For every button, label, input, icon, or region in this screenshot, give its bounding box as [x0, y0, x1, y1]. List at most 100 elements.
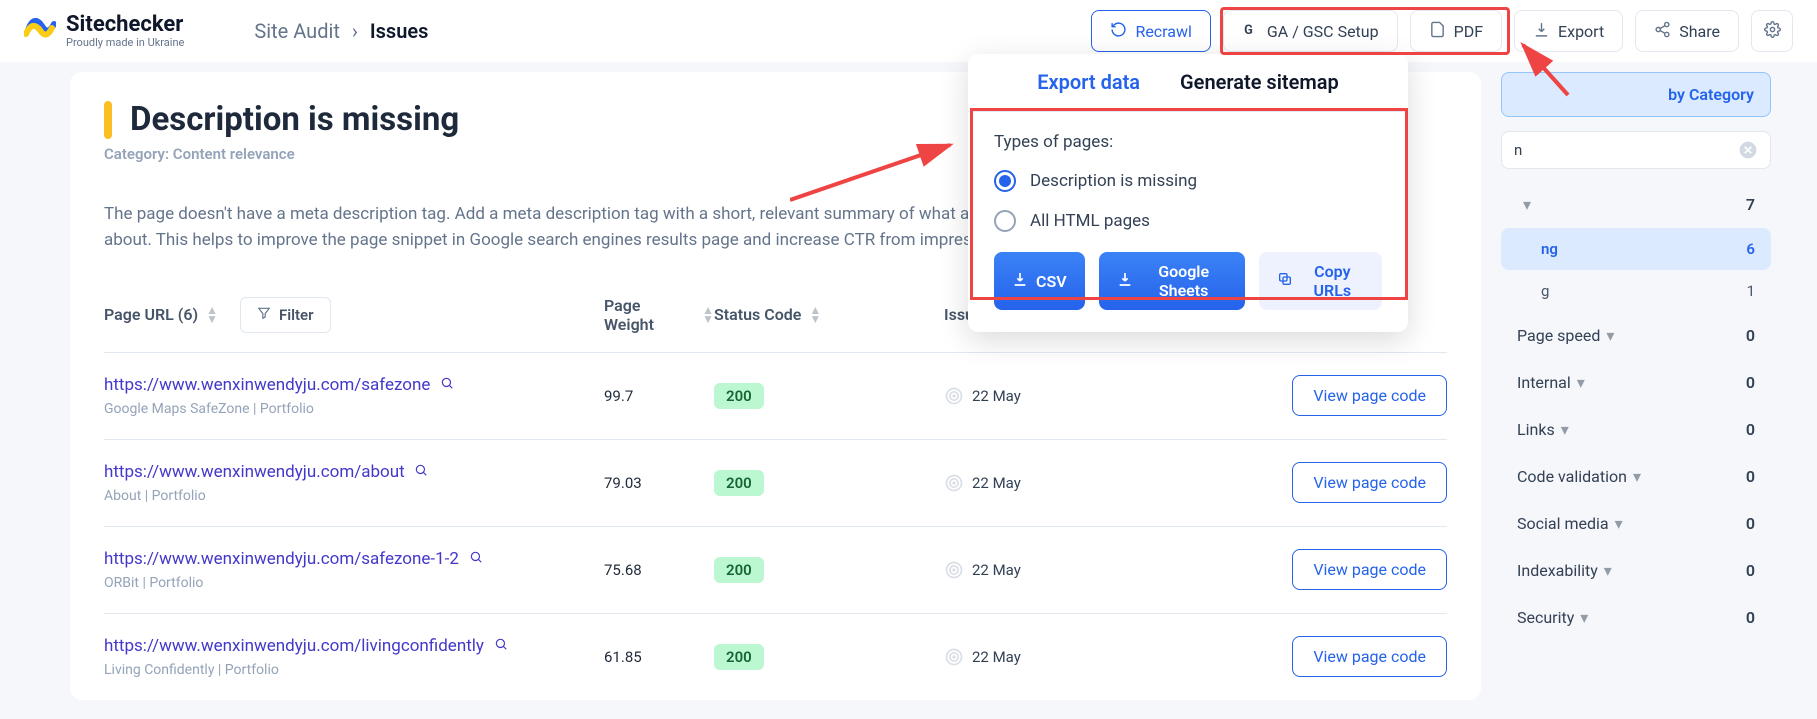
status-badge: 200	[714, 557, 764, 583]
breadcrumb-current: Issues	[370, 19, 429, 43]
cell-url: https://www.wenxinwendyju.com/livingconf…	[104, 636, 604, 678]
cell-issue-found: 22 May	[944, 473, 1129, 493]
tab-generate-sitemap[interactable]: Generate sitemap	[1180, 70, 1339, 111]
chevron-right-icon: ▾	[1604, 561, 1612, 580]
status-badge: 200	[714, 470, 764, 496]
ga-gsc-setup-button[interactable]: G GA / GSC Setup	[1223, 10, 1398, 52]
page-url-link[interactable]: https://www.wenxinwendyju.com/safezone-1…	[104, 549, 459, 569]
sidebar-subitem[interactable]: ng6	[1501, 228, 1771, 270]
cell-status: 200	[714, 644, 944, 670]
magnify-icon[interactable]	[414, 463, 428, 481]
chevron-right-icon: ▾	[1561, 420, 1569, 439]
table-row: https://www.wenxinwendyju.com/livingconf…	[104, 613, 1447, 700]
view-page-code-button[interactable]: View page code	[1292, 375, 1447, 416]
download-icon	[1012, 271, 1028, 291]
sidebar: by Category n ▾7ng6g1Page speed▾0Interna…	[1501, 72, 1771, 700]
brand-tagline: Proudly made in Ukraine	[66, 36, 184, 49]
page-url-link[interactable]: https://www.wenxinwendyju.com/about	[104, 462, 405, 482]
top-actions: Recrawl G GA / GSC Setup PDF Export Shar…	[1091, 10, 1793, 52]
target-icon	[944, 473, 964, 493]
status-badge: 200	[714, 644, 764, 670]
annotation-arrow-right	[1518, 40, 1578, 100]
page-url-link[interactable]: https://www.wenxinwendyju.com/livingconf…	[104, 636, 484, 656]
gear-icon	[1764, 21, 1781, 42]
clear-icon[interactable]	[1738, 140, 1758, 160]
download-icon	[1117, 271, 1133, 291]
view-page-code-button[interactable]: View page code	[1292, 549, 1447, 590]
copy-urls-button[interactable]: Copy URLs	[1259, 252, 1382, 310]
sort-icon: ▲▼	[809, 306, 821, 323]
cell-status: 200	[714, 383, 944, 409]
sidebar-item[interactable]: Links▾0	[1501, 406, 1771, 453]
radio-icon	[994, 170, 1016, 192]
page-url-link[interactable]: https://www.wenxinwendyju.com/safezone	[104, 375, 430, 395]
chevron-down-icon: ▾	[1523, 195, 1531, 214]
cell-url: https://www.wenxinwendyju.com/safezone G…	[104, 375, 604, 417]
radio-icon	[994, 210, 1016, 232]
target-icon	[944, 560, 964, 580]
annotation-arrow-left	[790, 140, 970, 210]
radio-all-html-pages[interactable]: All HTML pages	[994, 210, 1382, 232]
chevron-right-icon: ▾	[1577, 373, 1585, 392]
sidebar-item[interactable]: Code validation▾0	[1501, 453, 1771, 500]
search-text: n	[1514, 141, 1738, 159]
filter-button[interactable]: Filter	[240, 297, 331, 333]
svg-text:G: G	[1244, 22, 1253, 37]
sidebar-search[interactable]: n	[1501, 131, 1771, 169]
types-of-pages-label: Types of pages:	[994, 132, 1382, 152]
export-google-sheets-button[interactable]: Google Sheets	[1099, 252, 1245, 310]
google-icon: G	[1242, 21, 1259, 42]
cell-issue-found: 22 May	[944, 386, 1129, 406]
cell-weight: 75.68	[604, 561, 714, 579]
brand-name: Sitechecker	[66, 14, 184, 36]
cell-issue-found: 22 May	[944, 647, 1129, 667]
status-badge: 200	[714, 383, 764, 409]
sidebar-item[interactable]: Security▾0	[1501, 594, 1771, 641]
pages-table: Page URL (6) ▲▼ Filter Page Weight ▲▼ St…	[104, 296, 1447, 700]
cell-status: 200	[714, 557, 944, 583]
col-page-url[interactable]: Page URL (6) ▲▼ Filter	[104, 297, 604, 333]
sidebar-item[interactable]: Indexability▾0	[1501, 547, 1771, 594]
export-actions: CSV Google Sheets Copy URLs	[994, 252, 1382, 310]
magnify-icon[interactable]	[494, 637, 508, 655]
export-csv-button[interactable]: CSV	[994, 252, 1085, 310]
brand[interactable]: Sitechecker Proudly made in Ukraine	[24, 14, 184, 49]
col-status-code[interactable]: Status Code ▲▼	[714, 305, 944, 324]
view-page-code-button[interactable]: View page code	[1292, 636, 1447, 677]
sidebar-subitem[interactable]: g1	[1501, 270, 1771, 312]
magnify-icon[interactable]	[469, 550, 483, 568]
view-page-code-button[interactable]: View page code	[1292, 462, 1447, 503]
sort-icon: ▲▼	[206, 306, 218, 323]
cell-issue-found: 22 May	[944, 560, 1129, 580]
recrawl-button[interactable]: Recrawl	[1091, 10, 1210, 52]
page-url-subtitle: ORBit | Portfolio	[104, 575, 604, 591]
target-icon	[944, 647, 964, 667]
page-url-subtitle: Living Confidently | Portfolio	[104, 662, 604, 678]
pdf-button[interactable]: PDF	[1410, 10, 1502, 52]
cell-status: 200	[714, 470, 944, 496]
download-icon	[1533, 21, 1550, 42]
breadcrumb-root[interactable]: Site Audit	[254, 19, 340, 43]
target-icon	[944, 386, 964, 406]
cell-weight: 99.7	[604, 387, 714, 405]
settings-button[interactable]	[1751, 10, 1793, 52]
sidebar-item[interactable]: Social media▾0	[1501, 500, 1771, 547]
col-page-weight[interactable]: Page Weight ▲▼	[604, 296, 714, 334]
export-dropdown: Export data Generate sitemap Types of pa…	[968, 54, 1408, 332]
sidebar-item[interactable]: Internal▾0	[1501, 359, 1771, 406]
page-url-subtitle: Google Maps SafeZone | Portfolio	[104, 401, 604, 417]
share-button[interactable]: Share	[1635, 10, 1739, 52]
magnify-icon[interactable]	[440, 376, 454, 394]
chevron-right-icon: ▾	[1580, 608, 1588, 627]
sidebar-item[interactable]: Page speed▾0	[1501, 312, 1771, 359]
chevron-right-icon: ▾	[1615, 514, 1623, 533]
table-row: https://www.wenxinwendyju.com/about Abou…	[104, 439, 1447, 526]
radio-description-missing[interactable]: Description is missing	[994, 170, 1382, 192]
issue-severity-marker	[104, 101, 112, 139]
cell-url: https://www.wenxinwendyju.com/about Abou…	[104, 462, 604, 504]
share-icon	[1654, 21, 1671, 42]
tab-export-data[interactable]: Export data	[1037, 70, 1140, 111]
page-title: Description is missing	[130, 100, 459, 139]
sidebar-item[interactable]: ▾7	[1501, 181, 1771, 228]
cell-url: https://www.wenxinwendyju.com/safezone-1…	[104, 549, 604, 591]
